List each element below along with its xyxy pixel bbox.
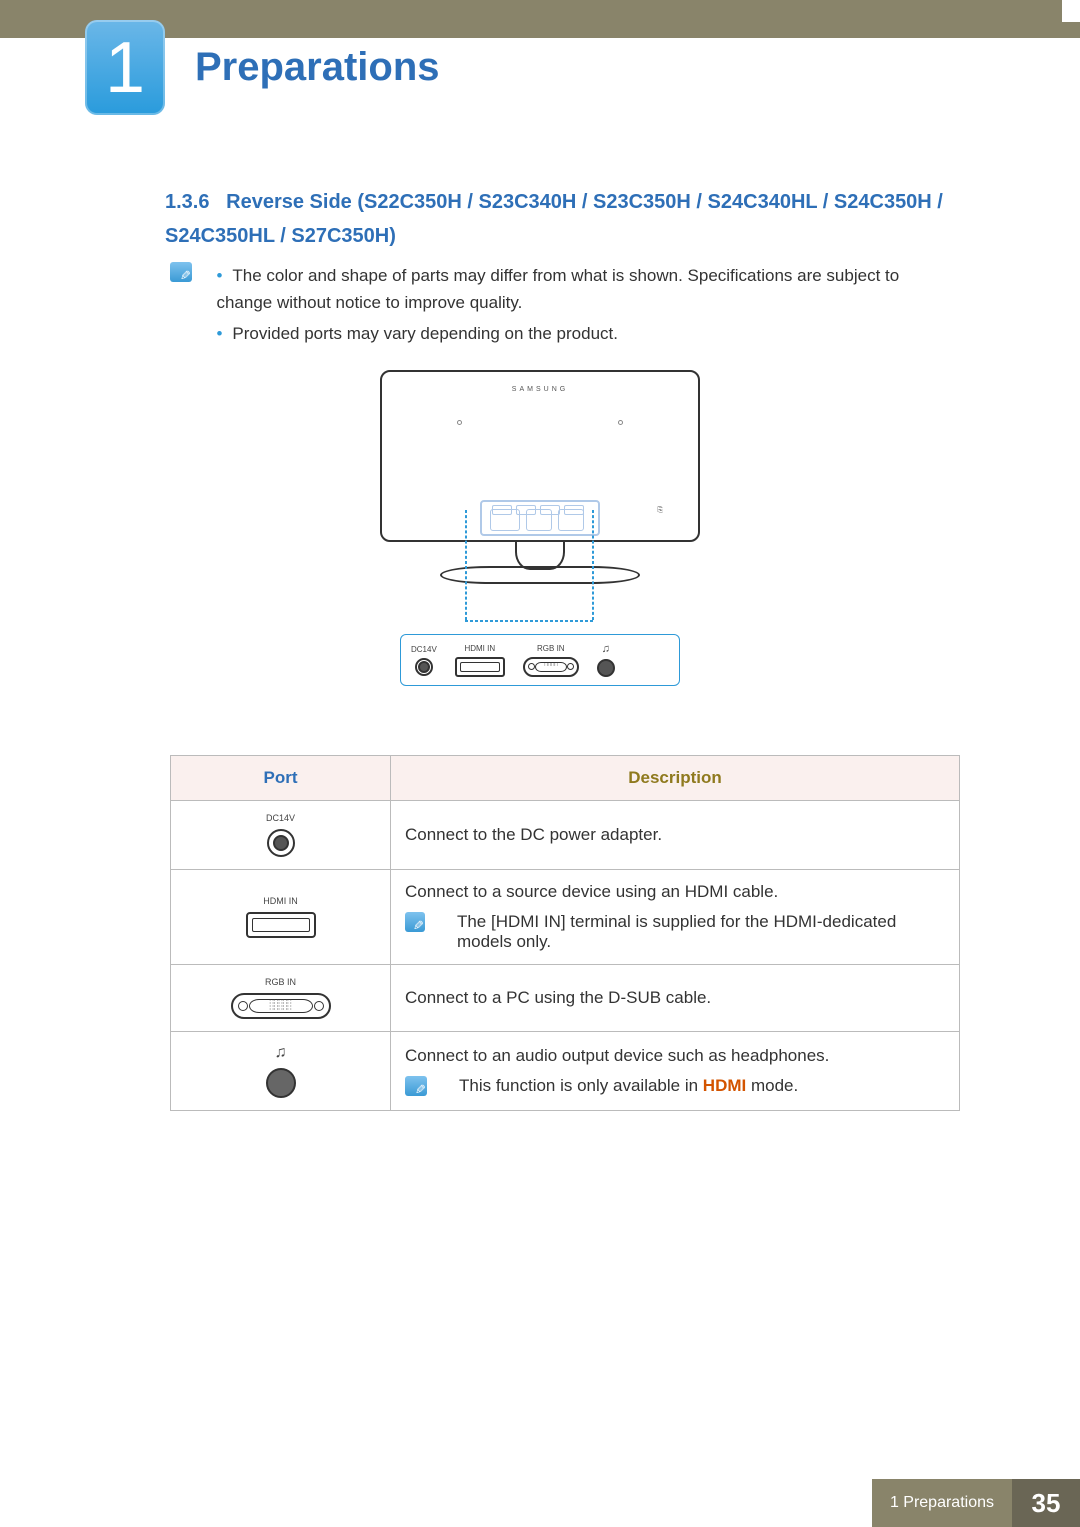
port-label: HDMI IN: [464, 644, 495, 653]
section-number: 1.3.6: [165, 191, 209, 213]
note-icon: [405, 912, 425, 932]
chapter-tab: 1: [85, 20, 165, 115]
description-cell: Connect to a PC using the D-SUB cable.: [391, 965, 960, 1032]
note-icon: [170, 262, 192, 282]
mount-hole-icon: [618, 420, 623, 425]
description-text: Connect to an audio output device such a…: [405, 1046, 829, 1065]
hdmi-port-icon: [455, 657, 505, 677]
port-cell-dc14v: DC14V: [171, 801, 391, 870]
table-row: RGB IN ∷∷∷∷∷∷∷∷∷∷ Connect to a PC using …: [171, 965, 960, 1032]
brand-label: SAMSUNG: [382, 386, 698, 393]
mount-hole-icon: [457, 420, 462, 425]
monitor-rear: SAMSUNG ⎘: [380, 370, 700, 542]
subnote-text: This function is only available in HDMI …: [459, 1076, 798, 1096]
note-list: •The color and shape of parts may differ…: [216, 262, 956, 352]
bullet-icon: •: [216, 324, 232, 343]
port-label: DC14V: [411, 645, 437, 654]
headphone-icon: ♫: [602, 643, 610, 655]
port-headphone: ♫: [597, 643, 615, 677]
port-label: HDMI IN: [185, 896, 376, 906]
description-cell: Connect to the DC power adapter.: [391, 801, 960, 870]
bullet-icon: •: [216, 266, 232, 285]
dc-jack-icon: [267, 829, 295, 857]
description-cell: Connect to a source device using an HDMI…: [391, 870, 960, 965]
table-header-port: Port: [171, 756, 391, 801]
chapter-number: 1: [105, 27, 145, 109]
port-cell-headphone: ♫: [171, 1032, 391, 1111]
subnote-bold: HDMI: [703, 1076, 746, 1095]
port-detail-box: DC14V HDMI IN RGB IN ∷∷∷∷ ♫: [400, 634, 680, 686]
note-item: •The color and shape of parts may differ…: [216, 262, 956, 316]
table-row: HDMI IN Connect to a source device using…: [171, 870, 960, 965]
mini-port-icon: [490, 509, 520, 531]
note-text: Provided ports may vary depending on the…: [232, 324, 618, 343]
audio-jack-icon: [597, 659, 615, 677]
monitor-diagram: SAMSUNG ⎘ DC14V HDMI IN: [370, 370, 710, 686]
description-text: Connect to a source device using an HDMI…: [405, 882, 778, 901]
section-heading: 1.3.6 Reverse Side (S22C350H / S23C340H …: [165, 185, 960, 253]
hdmi-port-icon: [246, 912, 316, 938]
port-hdmi: HDMI IN: [455, 644, 505, 677]
headphone-icon: ♫: [185, 1044, 376, 1062]
port-panel: [480, 500, 600, 536]
port-label: RGB IN: [537, 644, 565, 653]
stand-neck: [515, 540, 565, 570]
callout-line: [465, 620, 593, 622]
dc-jack-icon: [415, 658, 433, 676]
section-title: Reverse Side (S22C350H / S23C340H / S23C…: [165, 191, 943, 247]
footer: 1 Preparations 35: [0, 1479, 1080, 1527]
subnote-suffix: mode.: [746, 1076, 798, 1095]
port-description-table: Port Description DC14V Connect to the DC…: [170, 755, 960, 1111]
table-row: DC14V Connect to the DC power adapter.: [171, 801, 960, 870]
chapter-title: Preparations: [195, 45, 440, 90]
note-item: •Provided ports may vary depending on th…: [216, 320, 956, 347]
mini-port-icon: [558, 509, 584, 531]
port-cell-hdmi: HDMI IN: [171, 870, 391, 965]
dsub-port-icon: ∷∷∷∷: [523, 657, 579, 677]
mini-port-icon: [526, 509, 552, 531]
note-icon: [405, 1076, 427, 1096]
kensington-lock-icon: ⎘: [657, 507, 663, 515]
port-cell-rgb: RGB IN ∷∷∷∷∷∷∷∷∷∷: [171, 965, 391, 1032]
port-rgb: RGB IN ∷∷∷∷: [523, 644, 579, 677]
table-header-description: Description: [391, 756, 960, 801]
footer-chapter-ref: 1 Preparations: [872, 1479, 1012, 1527]
note-block: •The color and shape of parts may differ…: [170, 262, 960, 352]
port-label: RGB IN: [185, 977, 376, 987]
audio-jack-icon: [266, 1068, 296, 1098]
dsub-port-icon: ∷∷∷∷∷∷∷∷∷∷: [231, 993, 331, 1019]
description-cell: Connect to an audio output device such a…: [391, 1032, 960, 1111]
subnote-prefix: This function is only available in: [459, 1076, 703, 1095]
port-dc14v: DC14V: [411, 645, 437, 676]
subnote-text: The [HDMI IN] terminal is supplied for t…: [457, 912, 945, 952]
port-label: DC14V: [185, 813, 376, 823]
table-row: ♫ Connect to an audio output device such…: [171, 1032, 960, 1111]
note-text: The color and shape of parts may differ …: [216, 266, 899, 312]
footer-page-number: 35: [1012, 1479, 1080, 1527]
